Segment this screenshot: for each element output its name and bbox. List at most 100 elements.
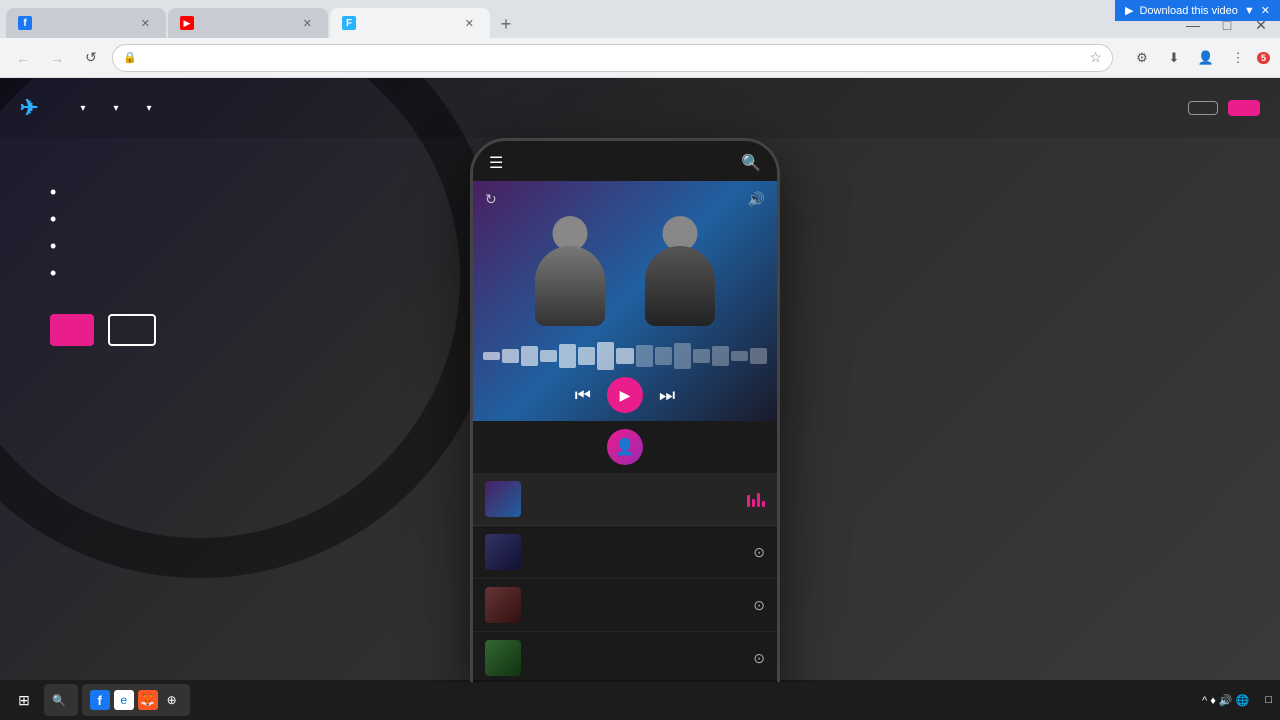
song-thumb-inner-3 <box>485 587 521 623</box>
download-arrow[interactable]: ▼ <box>1244 5 1255 17</box>
taskbar-firefox-label: 🦊 <box>140 693 155 707</box>
new-tab-button[interactable]: + <box>492 10 520 38</box>
bar-2 <box>752 499 755 507</box>
song-thumb-1 <box>485 481 521 517</box>
downloads-button[interactable]: ⬇ <box>1161 45 1187 71</box>
back-button[interactable]: ← <box>10 45 36 71</box>
wave-bar-9 <box>636 345 653 367</box>
browser-actions: ⚙ ⬇ 👤 ⋮ 5 <box>1129 45 1270 71</box>
download-bar[interactable]: ▶ Download this video ▼ ✕ <box>1115 0 1280 21</box>
hero-bullets <box>50 182 480 284</box>
taskbar: ⊞ 🔍 f e 🦊 ⊕ ^ ♦ 🔊 🌐 □ <box>0 680 1280 720</box>
download-close-icon[interactable]: ✕ <box>1261 4 1270 17</box>
tab-freelancer-close[interactable]: ✕ <box>461 15 478 32</box>
taskbar-chrome-icon[interactable]: ⊕ <box>162 690 182 710</box>
wave-bar-10 <box>655 347 672 365</box>
hero-buttons <box>50 314 480 346</box>
wave-bar-5 <box>559 344 576 368</box>
taskbar-facebook-icon[interactable]: f <box>90 690 110 710</box>
nav-solutions[interactable]: ▾ <box>133 97 162 120</box>
wave-bar-7 <box>597 342 614 370</box>
song-thumb-inner-4 <box>485 640 521 676</box>
song-item-3[interactable]: ⊙ <box>473 579 777 632</box>
song-play-4[interactable]: ⊙ <box>753 650 765 667</box>
mobile-search-icon[interactable]: 🔍 <box>741 153 761 173</box>
wave-bar-3 <box>521 346 538 366</box>
song-item-4[interactable]: ⊙ <box>473 632 777 680</box>
nav-hire-arrow: ▾ <box>80 103 85 114</box>
download-label: Download this video <box>1139 5 1237 17</box>
search-icon: 🔍 <box>52 694 66 707</box>
nav-find-work[interactable]: ▾ <box>99 97 128 120</box>
mobile-screen: ☰ 🔍 <box>473 141 777 682</box>
wave-bar-12 <box>693 349 710 363</box>
bookmark-icon[interactable]: ☆ <box>1089 49 1102 66</box>
nav-links: ▾ ▾ ▾ <box>66 97 1150 120</box>
song-thumb-2 <box>485 534 521 570</box>
waveform <box>483 341 767 371</box>
person-1-body <box>535 246 605 326</box>
extensions-button[interactable]: ⚙ <box>1129 45 1155 71</box>
song-thumb-inner-2 <box>485 534 521 570</box>
mobile-mockup: ☰ 🔍 <box>470 138 780 682</box>
wave-bar-8 <box>616 348 633 364</box>
song-item-1[interactable] <box>473 473 777 526</box>
artist-avatar[interactable]: 👤 <box>607 429 643 465</box>
person-2 <box>635 216 725 326</box>
song-thumb-inner-1 <box>485 481 521 517</box>
lock-icon: 🔒 <box>123 51 137 64</box>
browser-chrome: f ✕ ▶ ✕ F ✕ + — □ ✕ ← → ↺ 🔒 ☆ <box>0 0 1280 78</box>
tab-facebook[interactable]: f ✕ <box>6 8 166 38</box>
tab-facebook-close[interactable]: ✕ <box>137 15 154 32</box>
play-button[interactable]: ▶ <box>607 377 643 413</box>
prev-button[interactable]: ⏮ <box>575 385 591 406</box>
hero-content <box>50 158 480 346</box>
nav-solutions-arrow: ▾ <box>147 103 152 114</box>
tab-youtube-close[interactable]: ✕ <box>299 15 316 32</box>
song-play-2[interactable]: ⊙ <box>753 544 765 561</box>
bullet-2 <box>50 209 480 230</box>
shuffle-icon[interactable]: ↻ <box>485 191 497 208</box>
hire-freelancer-button[interactable] <box>50 314 94 346</box>
taskbar-firefox-icon[interactable]: 🦊 <box>138 690 158 710</box>
person-2-body <box>645 246 715 326</box>
notification-icon[interactable]: □ <box>1265 694 1272 706</box>
mobile-header: ☰ 🔍 <box>473 141 777 181</box>
wave-bar-15 <box>750 348 767 364</box>
mobile-bottom-nav: ‹ ○ □ <box>473 680 777 682</box>
volume-icon[interactable]: 🔊 <box>748 191 765 208</box>
website: ✈ ▾ ▾ ▾ <box>0 78 1280 682</box>
player-controls: ⏮ ▶ ⏭ <box>473 377 777 413</box>
nav-logo[interactable]: ✈ <box>20 95 42 121</box>
song-play-3[interactable]: ⊙ <box>753 597 765 614</box>
profile-button[interactable]: 👤 <box>1193 45 1219 71</box>
systray: ^ ♦ 🔊 🌐 □ <box>1202 694 1272 707</box>
nav-right <box>1150 100 1260 116</box>
person-1 <box>525 216 615 326</box>
taskbar-edge-label: e <box>120 693 127 707</box>
signup-button[interactable] <box>1188 101 1218 115</box>
site-nav: ✈ ▾ ▾ ▾ <box>0 78 1280 138</box>
post-project-button[interactable] <box>1228 100 1260 116</box>
taskbar-facebook-label: f <box>98 693 102 708</box>
next-button[interactable]: ⏭ <box>659 385 675 406</box>
mobile-menu-icon[interactable]: ☰ <box>489 153 503 173</box>
freelancer-logo-icon: ✈ <box>20 95 38 121</box>
menu-button[interactable]: ⋮ <box>1225 45 1251 71</box>
wave-bar-1 <box>483 352 500 360</box>
refresh-button[interactable]: ↺ <box>78 45 104 71</box>
music-player: ⏮ ▶ ⏭ ↻ 🔊 <box>473 181 777 421</box>
login-button[interactable] <box>1150 102 1178 114</box>
start-button[interactable]: ⊞ <box>8 684 40 716</box>
url-box[interactable]: 🔒 ☆ <box>112 44 1113 72</box>
taskbar-edge-icon[interactable]: e <box>114 690 134 710</box>
earn-money-button[interactable] <box>108 314 156 346</box>
tab-freelancer[interactable]: F ✕ <box>330 8 490 38</box>
bar-3 <box>757 493 760 507</box>
nav-hire-freelancers[interactable]: ▾ <box>66 97 95 120</box>
tab-youtube[interactable]: ▶ ✕ <box>168 8 328 38</box>
song-thumb-3 <box>485 587 521 623</box>
search-bar[interactable]: 🔍 <box>44 684 78 716</box>
forward-button[interactable]: → <box>44 45 70 71</box>
song-item-2[interactable]: ⊙ <box>473 526 777 579</box>
